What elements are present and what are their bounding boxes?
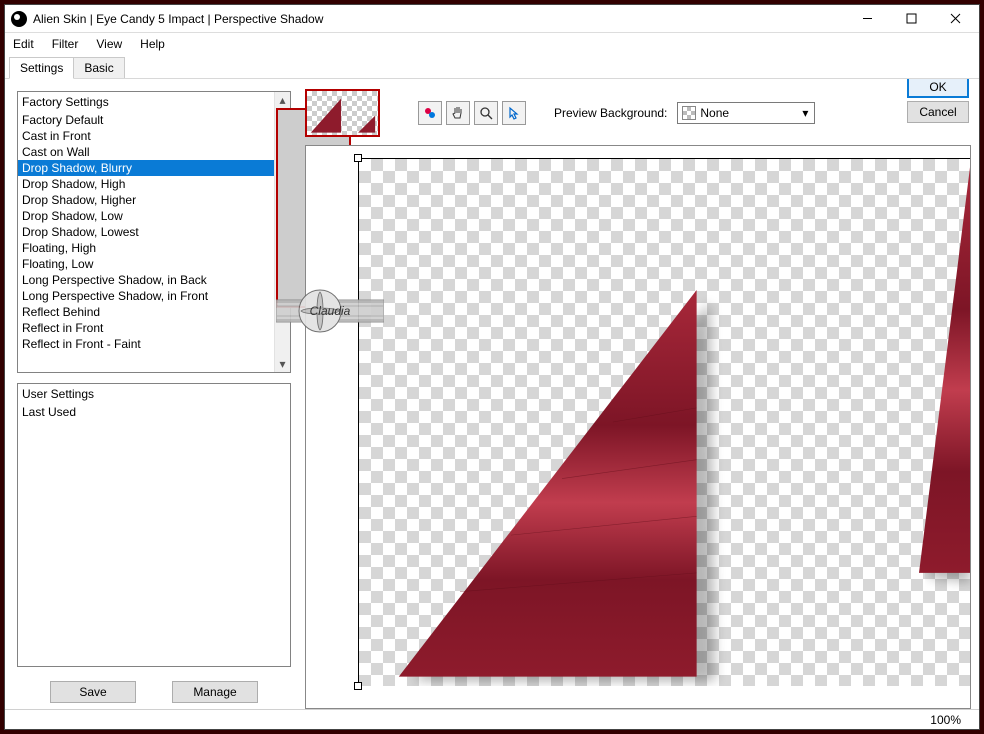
minimize-button[interactable] [845,6,889,32]
user-header: User Settings [18,384,290,404]
list-item[interactable]: Drop Shadow, Low [18,208,290,224]
transparency-swatch-icon [682,106,696,120]
scroll-up-icon[interactable]: ▴ [275,92,290,108]
app-window: Alien Skin | Eye Candy 5 Impact | Perspe… [4,4,980,730]
list-item[interactable]: Long Perspective Shadow, in Back [18,272,290,288]
scrollbar[interactable]: ▴ ▾ [274,92,290,372]
list-item[interactable]: Cast in Front [18,128,290,144]
menu-edit[interactable]: Edit [11,35,36,53]
right-panel: OK Cancel Preview Background: [297,79,979,709]
scroll-down-icon[interactable]: ▾ [275,356,290,372]
canvas-artwork [358,158,970,686]
save-button[interactable]: Save [50,681,136,703]
zoom-tool[interactable] [474,101,498,125]
list-item[interactable]: Drop Shadow, Blurry [18,160,290,176]
pan-tool[interactable] [446,101,470,125]
list-item[interactable]: Drop Shadow, Lowest [18,224,290,240]
chevron-down-icon: ▾ [800,106,810,120]
list-item[interactable]: Drop Shadow, Higher [18,192,290,208]
preview-canvas[interactable] [305,145,971,709]
cancel-button[interactable]: Cancel [907,101,969,123]
list-item[interactable]: Reflect Behind [18,304,290,320]
menu-view[interactable]: View [94,35,124,53]
menu-help[interactable]: Help [138,35,167,53]
zoom-level: 100% [930,713,961,727]
status-bar: 100% [5,709,979,729]
maximize-button[interactable] [889,6,933,32]
thumbnail-art [307,91,378,136]
list-item[interactable]: Floating, High [18,240,290,256]
list-item[interactable]: Cast on Wall [18,144,290,160]
list-item[interactable]: Reflect in Front - Faint [18,336,290,352]
color-picker-tool[interactable] [418,101,442,125]
user-settings-list[interactable]: User Settings Last Used [17,383,291,667]
factory-items: Factory Default Cast in Front Cast on Wa… [18,112,290,372]
factory-header: Factory Settings [18,92,290,112]
pointer-tool[interactable] [502,101,526,125]
list-item[interactable]: Floating, Low [18,256,290,272]
save-manage-row: Save Manage [17,677,291,703]
tab-settings[interactable]: Settings [9,57,74,79]
window-title: Alien Skin | Eye Candy 5 Impact | Perspe… [33,12,845,26]
list-item[interactable]: Drop Shadow, High [18,176,290,192]
preview-bg-value: None [700,106,796,120]
tab-bar: Settings Basic [5,55,979,79]
app-icon [11,11,27,27]
resize-handle[interactable] [354,154,362,162]
main-area: Factory Settings Factory Default Cast in… [5,79,979,709]
ok-cancel-group: OK Cancel [907,79,969,123]
title-bar: Alien Skin | Eye Candy 5 Impact | Perspe… [5,5,979,33]
list-item[interactable]: Last Used [18,404,290,420]
menu-bar: Edit Filter View Help [5,33,979,55]
list-item[interactable]: Factory Default [18,112,290,128]
preview-bg-select[interactable]: None ▾ [677,102,815,124]
menu-filter[interactable]: Filter [50,35,81,53]
left-panel: Factory Settings Factory Default Cast in… [5,79,297,709]
tool-buttons [418,101,526,125]
list-item[interactable]: Long Perspective Shadow, in Front [18,288,290,304]
tab-basic[interactable]: Basic [73,57,124,78]
manage-button[interactable]: Manage [172,681,258,703]
resize-handle[interactable] [354,682,362,690]
list-item[interactable]: Reflect in Front [18,320,290,336]
preview-bg-label: Preview Background: [554,106,667,120]
preview-thumbnail[interactable] [305,89,380,137]
factory-settings-list[interactable]: Factory Settings Factory Default Cast in… [17,91,291,373]
ok-button[interactable]: OK [907,79,969,98]
window-buttons [845,6,977,32]
preview-toolbar: Preview Background: None ▾ [305,89,971,137]
user-items: Last Used [18,404,290,666]
close-button[interactable] [933,6,977,32]
